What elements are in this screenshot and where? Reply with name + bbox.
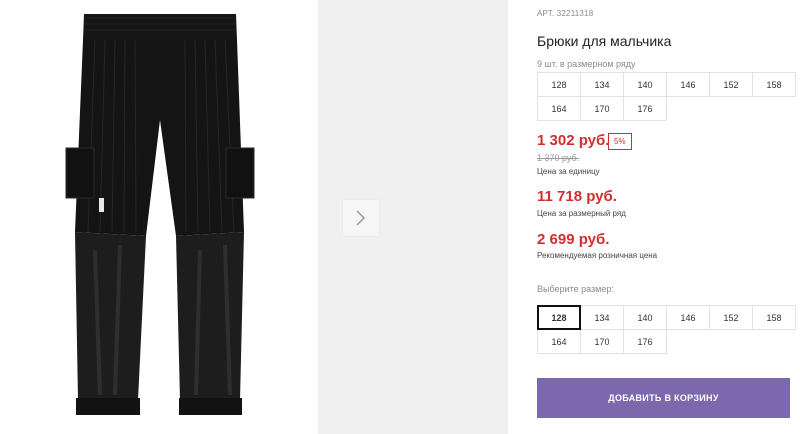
pack-size-cell: 146 xyxy=(666,72,710,97)
size-option[interactable]: 140 xyxy=(623,305,667,330)
size-option[interactable]: 170 xyxy=(580,329,624,354)
size-option[interactable]: 152 xyxy=(709,305,753,330)
pack-size-grid: 128 134 140 146 152 158 164 170 176 xyxy=(537,72,796,121)
row-price: 11 718 руб. xyxy=(537,188,617,205)
add-to-cart-button[interactable]: ДОБАВИТЬ В КОРЗИНУ xyxy=(537,378,790,418)
old-price: 1 370 руб. xyxy=(537,153,580,163)
size-option-selected[interactable]: 128 xyxy=(537,305,581,330)
product-image xyxy=(0,0,318,434)
pack-size-cell: 134 xyxy=(580,72,624,97)
pack-note: 9 шт. в размерном ряду xyxy=(537,59,636,69)
pack-size-cell: 170 xyxy=(580,96,624,121)
pack-size-cell: 152 xyxy=(709,72,753,97)
article-number: АРТ. 32211318 xyxy=(537,9,594,18)
discount-badge: 5% xyxy=(608,133,632,150)
unit-price: 1 302 руб. xyxy=(537,132,610,149)
row-price-label: Цена за размерный ряд xyxy=(537,209,626,218)
product-title: Брюки для мальчика xyxy=(537,33,672,49)
gallery-next-button[interactable] xyxy=(342,199,380,237)
unit-price-label: Цена за единицу xyxy=(537,167,600,176)
pack-size-cell: 176 xyxy=(623,96,667,121)
rrp-price: 2 699 руб. xyxy=(537,231,610,248)
size-option[interactable]: 164 xyxy=(537,329,581,354)
size-option[interactable]: 158 xyxy=(752,305,796,330)
size-option[interactable]: 146 xyxy=(666,305,710,330)
size-select-label: Выберите размер: xyxy=(537,284,614,294)
chevron-right-icon xyxy=(356,210,366,226)
size-option[interactable]: 134 xyxy=(580,305,624,330)
rrp-price-label: Рекомендуемая розничная цена xyxy=(537,251,658,260)
pack-size-cell: 158 xyxy=(752,72,796,97)
size-select-grid: 128 134 140 146 152 158 164 170 176 xyxy=(537,305,796,354)
size-option[interactable]: 176 xyxy=(623,329,667,354)
pack-size-cell: 128 xyxy=(537,72,581,97)
pants-image xyxy=(65,14,255,415)
pack-size-cell: 164 xyxy=(537,96,581,121)
pack-size-cell: 140 xyxy=(623,72,667,97)
